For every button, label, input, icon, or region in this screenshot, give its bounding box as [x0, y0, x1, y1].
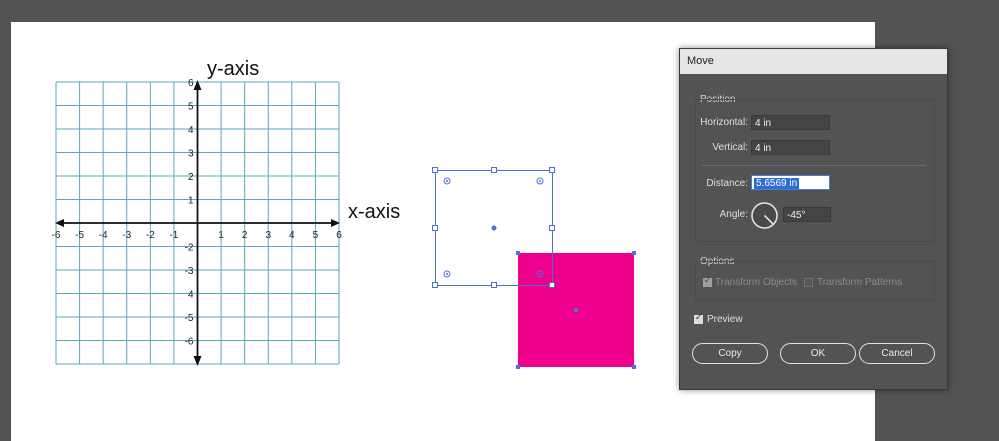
x-tick-label: -6	[52, 230, 61, 241]
y-tick-label: -6	[185, 337, 194, 348]
bounding-box-handle[interactable]	[491, 282, 497, 288]
y-axis-title: y-axis	[207, 58, 259, 80]
x-tick-label: -3	[122, 230, 131, 241]
transform-patterns-checkbox[interactable]	[804, 278, 813, 287]
preview-center-point	[491, 225, 497, 231]
vertical-value: 4 in	[755, 143, 772, 154]
y-tick-label: 4	[188, 125, 194, 136]
angle-dial-icon[interactable]	[750, 201, 779, 230]
x-tick-label: 3	[265, 230, 271, 241]
magenta-center-point	[574, 308, 578, 312]
corner-widget-dot	[539, 180, 541, 182]
magenta-corner-handle[interactable]	[516, 365, 520, 369]
angle-label: Angle:	[719, 209, 748, 220]
coordinate-grid	[55, 80, 340, 366]
x-tick-label: 1	[218, 230, 224, 241]
y-tick-label: -2	[185, 243, 194, 254]
transform-objects-checkbox[interactable]	[703, 276, 712, 287]
x-tick-label: -1	[169, 230, 178, 241]
cancel-button[interactable]: Cancel	[859, 343, 935, 364]
magenta-corner-handle[interactable]	[632, 251, 636, 255]
move-dialog: Move Position Horizontal: 4 in Vertical:…	[679, 48, 948, 390]
distance-label: Distance:	[706, 178, 748, 189]
ok-button[interactable]: OK	[780, 343, 856, 364]
corner-widget-dot	[539, 273, 541, 275]
x-tick-label: 4	[289, 230, 295, 241]
magenta-corner-handle[interactable]	[516, 251, 520, 255]
x-tick-label: -5	[75, 230, 84, 241]
x-tick-label: -4	[99, 230, 108, 241]
x-tick-label: -2	[146, 230, 155, 241]
y-tick-label: -5	[185, 313, 194, 324]
x-axis-title: x-axis	[348, 201, 400, 223]
y-tick-label: -3	[185, 266, 194, 277]
copy-button[interactable]: Copy	[692, 343, 768, 364]
y-tick-label: 5	[188, 102, 194, 113]
bounding-box-handle[interactable]	[432, 225, 438, 231]
bounding-box-handle[interactable]	[549, 282, 555, 288]
y-tick-label: 4	[188, 290, 194, 301]
x-tick-label: 5	[313, 230, 319, 241]
vertical-input[interactable]: 4 in	[751, 140, 830, 155]
position-divider	[702, 165, 926, 166]
x-tick-label: 6	[336, 230, 342, 241]
y-tick-label: 1	[188, 196, 194, 207]
horizontal-input[interactable]: 4 in	[751, 115, 830, 130]
bounding-box-handle[interactable]	[432, 282, 438, 288]
corner-widget-dot	[446, 273, 448, 275]
angle-input[interactable]: -45°	[783, 207, 831, 222]
y-tick-label: 6	[188, 78, 194, 89]
preview-label: Preview	[707, 314, 743, 325]
x-tick-label: 2	[242, 230, 248, 241]
preview-checkbox[interactable]	[694, 313, 703, 324]
transform-patterns-label: Transform Patterns	[817, 277, 903, 288]
y-tick-label: 3	[188, 149, 194, 160]
distance-input[interactable]: 5.6569 in	[751, 175, 830, 190]
dialog-title[interactable]: Move	[680, 49, 947, 74]
vertical-label: Vertical:	[712, 142, 748, 153]
bounding-box-handle[interactable]	[491, 167, 497, 173]
bounding-box-handle[interactable]	[549, 167, 555, 173]
transform-objects-label: Transform Objects	[715, 277, 797, 288]
bounding-box-handle[interactable]	[549, 225, 555, 231]
distance-value: 5.6569 in	[754, 178, 800, 189]
bounding-box-handle[interactable]	[432, 167, 438, 173]
y-tick-label: 2	[188, 172, 194, 183]
horizontal-label: Horizontal:	[700, 117, 748, 128]
magenta-corner-handle[interactable]	[632, 365, 636, 369]
corner-widget-dot	[446, 180, 448, 182]
